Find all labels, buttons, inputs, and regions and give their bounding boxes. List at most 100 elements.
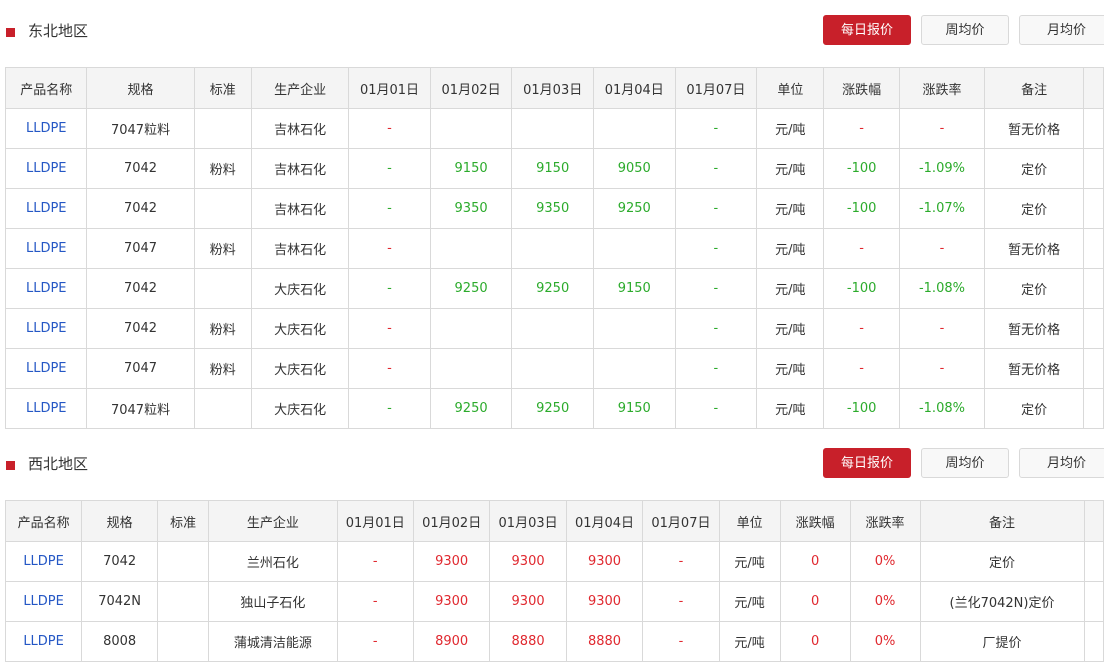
table-cell: 9150 <box>592 388 676 429</box>
table-row: LLDPE 7042 粉料 大庆石化 - - 元/吨 - - 暂无价格 <box>4 308 1104 349</box>
table-cell: - <box>336 581 414 622</box>
table-cell-extra <box>1083 581 1104 622</box>
column-header: 规格 <box>86 67 195 109</box>
table-cell: 吉林石化 <box>251 228 350 269</box>
table-cell <box>157 621 210 662</box>
region-northeast: 东北地区 每日报价 周均价 月均价 产品名称 规格 标准 生产企业 01月01日 01月0… <box>0 0 1104 429</box>
table-cell: 0% <box>849 621 921 662</box>
weekly-average-button[interactable]: 周均价 <box>921 15 1009 45</box>
column-header: 产品名称 <box>4 500 83 542</box>
table-cell <box>511 108 594 149</box>
table-cell: - <box>674 268 758 309</box>
monthly-average-button[interactable]: 月均价 <box>1019 15 1104 45</box>
table-cell <box>592 228 676 269</box>
table-row: LLDPE 7047 粉料 大庆石化 - - 元/吨 - - 暂无价格 <box>4 348 1104 389</box>
table-cell-extra <box>1083 308 1104 349</box>
table-header-row: 产品名称 规格 标准 生产企业 01月01日 01月02日 01月03日 01月04日 01月0… <box>4 67 1104 109</box>
table-cell: 元/吨 <box>718 541 781 582</box>
table-cell: 9300 <box>565 581 644 622</box>
table-row: LLDPE 7042N 独山子石化 -9300 9300 9300- 元/吨 0 0% (兰化70… <box>4 581 1104 622</box>
table-cell: - <box>898 108 986 149</box>
table-cell: 9250 <box>511 268 594 309</box>
table-cell <box>429 308 513 349</box>
square-marker-icon <box>6 28 15 37</box>
table-cell: - <box>823 308 900 349</box>
table-cell: 大庆石化 <box>251 348 350 389</box>
region-title: 西北地区 <box>28 455 89 473</box>
table-cell: 9250 <box>429 268 513 309</box>
table-cell: 定价 <box>984 148 1085 189</box>
daily-price-button[interactable]: 每日报价 <box>823 15 911 45</box>
table-cell: 独山子石化 <box>208 581 338 622</box>
table-cell: 定价 <box>984 268 1085 309</box>
table-cell <box>511 308 594 349</box>
column-header-extra <box>1083 500 1104 542</box>
table-cell: 定价 <box>919 541 1085 582</box>
table-cell-extra <box>1083 541 1104 582</box>
table-cell: - <box>674 228 758 269</box>
product-link[interactable]: LLDPE <box>4 541 83 582</box>
table-cell: 元/吨 <box>756 188 825 229</box>
table-cell: - <box>674 308 758 349</box>
table-cell: -1.08% <box>898 268 986 309</box>
table-cell <box>157 541 210 582</box>
table-row: LLDPE 7047粒料 吉林石化 - - 元/吨 - - 暂无价格 <box>4 108 1104 149</box>
table-cell: 9300 <box>489 541 567 582</box>
table-cell: 8880 <box>565 621 644 662</box>
product-link[interactable]: LLDPE <box>4 188 88 229</box>
table-cell: -100 <box>823 188 900 229</box>
product-link[interactable]: LLDPE <box>4 268 88 309</box>
table-cell-extra <box>1083 228 1104 269</box>
column-header: 单位 <box>718 500 781 542</box>
table-cell: 8008 <box>81 621 159 662</box>
column-header: 涨跌率 <box>898 67 986 109</box>
table-cell: 元/吨 <box>756 228 825 269</box>
product-link[interactable]: LLDPE <box>4 228 88 269</box>
table-cell: - <box>823 108 900 149</box>
table-cell: - <box>642 581 720 622</box>
table-cell: - <box>674 148 758 189</box>
table-cell-extra <box>1083 148 1104 189</box>
product-link[interactable]: LLDPE <box>4 308 88 349</box>
product-link[interactable]: LLDPE <box>4 621 83 662</box>
table-row: LLDPE 7047 粉料 吉林石化 - - 元/吨 - - 暂无价格 <box>4 228 1104 269</box>
product-link[interactable]: LLDPE <box>4 148 88 189</box>
region-northwest: 西北地区 每日报价 周均价 月均价 产品名称 规格 标准 生产企业 01月01日 01月0… <box>0 433 1104 662</box>
column-header: 01月03日 <box>511 67 594 109</box>
table-cell: 吉林石化 <box>251 108 350 149</box>
table-cell: 暂无价格 <box>984 348 1085 389</box>
table-cell: 0 <box>779 541 851 582</box>
table-cell <box>193 268 253 309</box>
table-cell: 兰州石化 <box>208 541 338 582</box>
table-cell-extra <box>1083 348 1104 389</box>
table-cell: 大庆石化 <box>251 268 350 309</box>
table-cell <box>429 348 513 389</box>
table-cell: 元/吨 <box>718 581 781 622</box>
table-cell: 0% <box>849 541 921 582</box>
column-header: 01月07日 <box>674 67 758 109</box>
product-link[interactable]: LLDPE <box>4 581 83 622</box>
table-cell: 元/吨 <box>756 388 825 429</box>
column-header: 01月03日 <box>489 500 567 542</box>
table-cell: 9250 <box>592 188 676 229</box>
table-cell <box>511 228 594 269</box>
column-header: 规格 <box>81 500 159 542</box>
table-row: LLDPE 7042 兰州石化 -9300 9300 9300- 元/吨 0 0% 定价 <box>4 541 1104 582</box>
table-cell <box>193 388 253 429</box>
table-cell: -1.09% <box>898 148 986 189</box>
monthly-average-button[interactable]: 月均价 <box>1019 448 1104 478</box>
table-cell: -1.08% <box>898 388 986 429</box>
region-header: 西北地区 每日报价 周均价 月均价 <box>0 433 1104 497</box>
product-link[interactable]: LLDPE <box>4 388 88 429</box>
table-cell-extra <box>1083 188 1104 229</box>
table-cell: 7042N <box>81 581 159 622</box>
daily-price-button[interactable]: 每日报价 <box>823 448 911 478</box>
table-cell: - <box>348 188 431 229</box>
table-cell: 9300 <box>489 581 567 622</box>
weekly-average-button[interactable]: 周均价 <box>921 448 1009 478</box>
product-link[interactable]: LLDPE <box>4 348 88 389</box>
table-cell: 9150 <box>511 148 594 189</box>
product-link[interactable]: LLDPE <box>4 108 88 149</box>
column-header: 01月01日 <box>336 500 414 542</box>
table-cell: 7042 <box>86 308 195 349</box>
